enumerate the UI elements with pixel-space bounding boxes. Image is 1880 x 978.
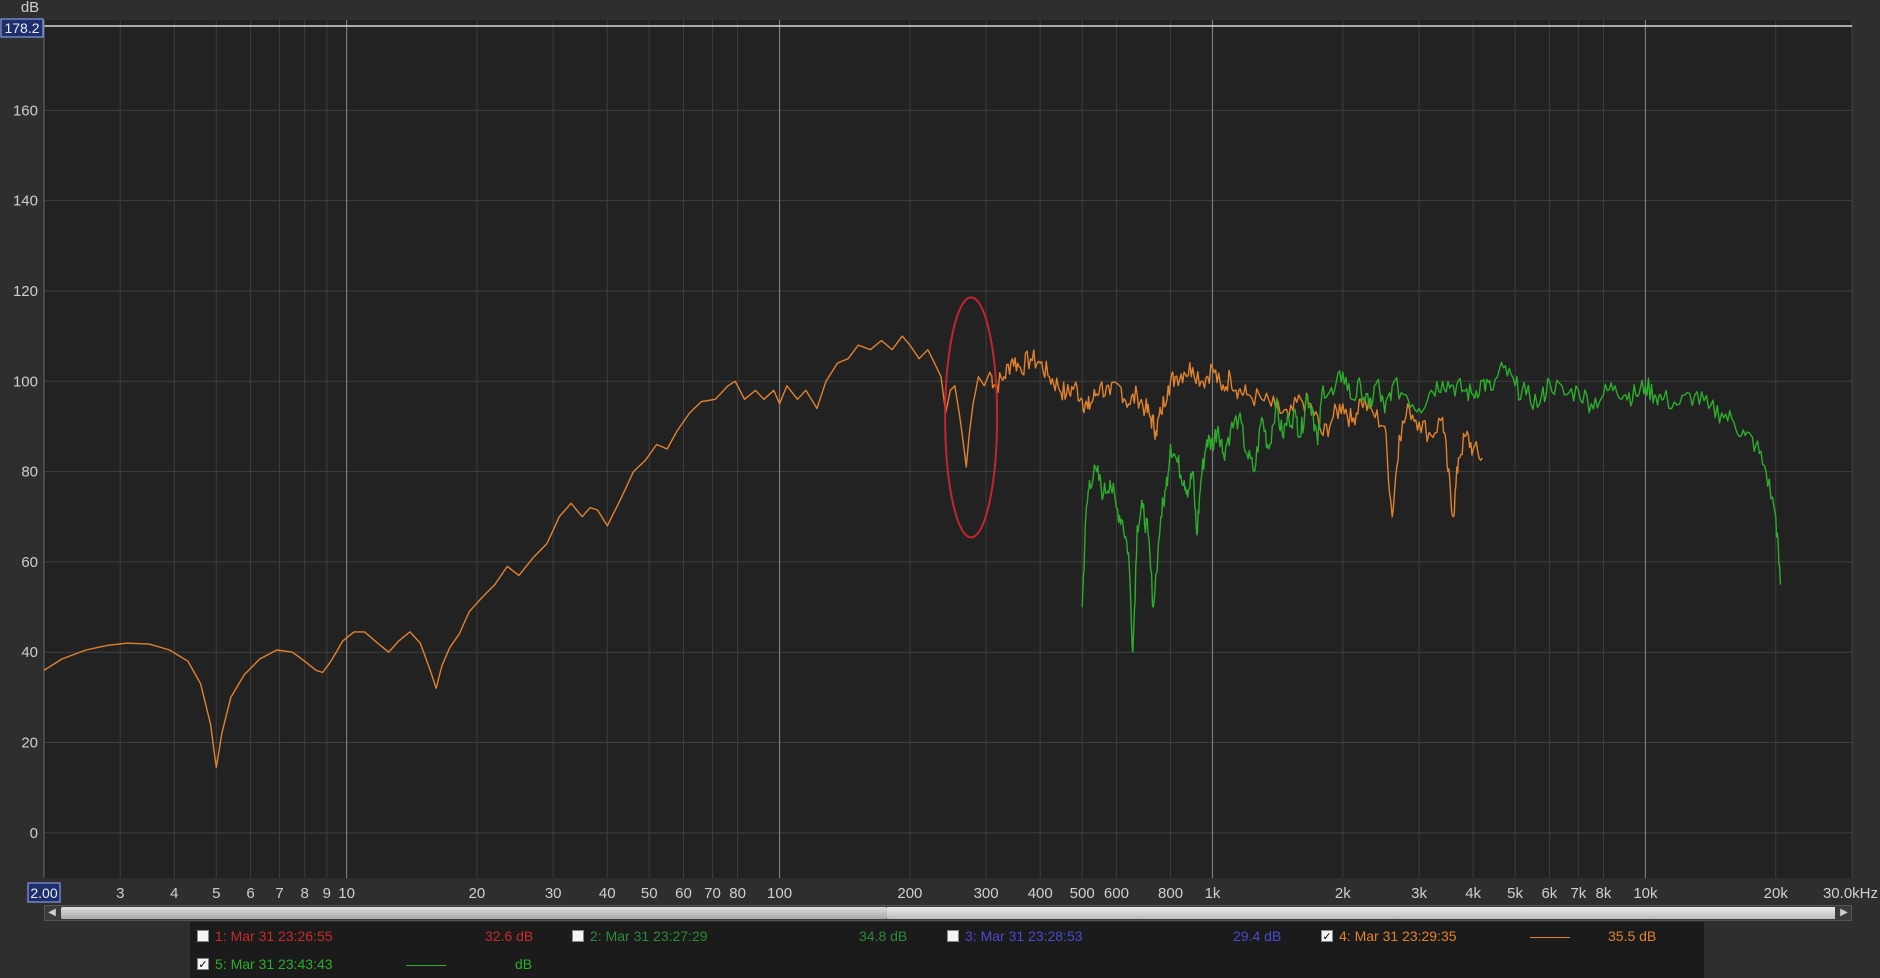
x-tick-label-24: 3k (1411, 885, 1427, 902)
legend-value-3: 29.4 dB (1233, 928, 1282, 944)
x-tick-label-6: 9 (323, 885, 331, 902)
x-tick-label-4: 7 (275, 885, 283, 902)
x-tick-label-30: 10k (1633, 885, 1658, 902)
x-tick-label-23: 2k (1335, 885, 1351, 902)
y-axis-label: dB (21, 0, 39, 16)
x-tick-label-25: 4k (1465, 885, 1481, 902)
x-tick-label-22: 1k (1205, 885, 1221, 902)
x-tick-label-1: 4 (170, 885, 178, 902)
x-tick-label-16: 200 (897, 885, 922, 902)
legend-value-1: 32.6 dB (485, 928, 534, 944)
legend-checkbox-3[interactable] (947, 930, 959, 942)
legend-item-5[interactable]: ✓ 5: Mar 31 23:43:43 (197, 953, 333, 975)
x-tick-label-13: 70 (704, 885, 721, 902)
x-start-readout: 2.00 (30, 885, 57, 901)
legend-label-3: 3: Mar 31 23:28:53 (965, 928, 1083, 944)
x-tick-label-20: 600 (1104, 885, 1129, 902)
legend-checkbox-4[interactable]: ✓ (1321, 930, 1333, 943)
legend-item-3[interactable]: 3: Mar 31 23:28:53 (947, 925, 1083, 947)
x-tick-label-17: 300 (974, 885, 999, 902)
y-tick-label-8: 160 (13, 102, 38, 119)
y-tick-label-7: 140 (13, 193, 38, 210)
x-tick-label-10: 40 (599, 885, 616, 902)
x-tick-label-29: 8k (1596, 885, 1612, 902)
x-tick-label-8: 20 (469, 885, 486, 902)
x-tick-label-21: 800 (1158, 885, 1183, 902)
horizontal-scrollbar[interactable]: ◀ ▶ (44, 905, 1852, 921)
y-tick-label-4: 80 (21, 464, 38, 481)
legend-line-5 (406, 965, 446, 966)
legend-checkbox-2[interactable] (572, 930, 584, 942)
legend-label-1: 1: Mar 31 23:26:55 (215, 928, 333, 944)
x-tick-label-0: 3 (116, 885, 124, 902)
x-tick-label-18: 400 (1028, 885, 1053, 902)
x-tick-label-14: 80 (729, 885, 746, 902)
x-axis-ticks: 3 4 5 6 7 8 9 10 20 30 40 50 60 70 80 100 200 300 400 500 60… (116, 885, 1878, 902)
legend-line-4 (1530, 937, 1570, 938)
legend-item-4[interactable]: ✓ 4: Mar 31 23:29:35 (1321, 925, 1457, 947)
x-tick-label-26: 5k (1507, 885, 1523, 902)
x-tick-label-27: 6k (1541, 885, 1557, 902)
x-tick-label-31: 20k (1764, 885, 1789, 902)
legend-label-2: 2: Mar 31 23:27:29 (590, 928, 708, 944)
legend-value-4: 35.5 dB (1608, 928, 1657, 944)
scroll-left-icon[interactable]: ◀ (45, 906, 59, 920)
x-tick-label-19: 500 (1070, 885, 1095, 902)
legend-checkbox-5[interactable]: ✓ (197, 958, 209, 971)
x-tick-label-5: 8 (300, 885, 308, 902)
y-tick-label-6: 120 (13, 283, 38, 300)
y-tick-label-2: 40 (21, 644, 38, 661)
x-tick-label-7: 10 (338, 885, 355, 902)
scroll-track[interactable] (887, 907, 1835, 919)
x-tick-label-15: 100 (767, 885, 792, 902)
x-tick-label-28: 7k (1570, 885, 1586, 902)
y-tick-label-0: 0 (30, 825, 38, 842)
legend-label-5: 5: Mar 31 23:43:43 (215, 956, 333, 972)
frequency-response-chart[interactable]: 0 20 40 60 80 100 120 140 160 3 4 5 6 7 8 9 10 20 30 40 50 6… (0, 0, 1880, 978)
scroll-right-icon[interactable]: ▶ (1837, 906, 1851, 920)
x-tick-label-3: 6 (246, 885, 254, 902)
x-tick-label-32: 30.0kHz (1823, 885, 1878, 902)
legend-panel: 1: Mar 31 23:26:55 32.6 dB 2: Mar 31 23:… (190, 922, 1704, 978)
x-tick-label-9: 30 (545, 885, 562, 902)
y-tick-label-5: 100 (13, 373, 38, 390)
legend-value-2: 34.8 dB (859, 928, 908, 944)
plot-background (44, 20, 1852, 878)
legend-checkbox-1[interactable] (197, 930, 209, 942)
y-top-readout: 178.2 (4, 20, 39, 36)
x-tick-label-11: 50 (641, 885, 658, 902)
legend-item-1[interactable]: 1: Mar 31 23:26:55 (197, 925, 333, 947)
legend-value-5: dB (515, 956, 533, 972)
x-tick-label-2: 5 (212, 885, 220, 902)
y-tick-label-3: 60 (21, 554, 38, 571)
x-tick-label-12: 60 (675, 885, 692, 902)
legend-label-4: 4: Mar 31 23:29:35 (1339, 928, 1457, 944)
y-tick-label-1: 20 (21, 735, 38, 752)
legend-item-2[interactable]: 2: Mar 31 23:27:29 (572, 925, 708, 947)
y-axis-ticks: 0 20 40 60 80 100 120 140 160 (13, 102, 38, 842)
scroll-thumb[interactable] (61, 907, 887, 919)
